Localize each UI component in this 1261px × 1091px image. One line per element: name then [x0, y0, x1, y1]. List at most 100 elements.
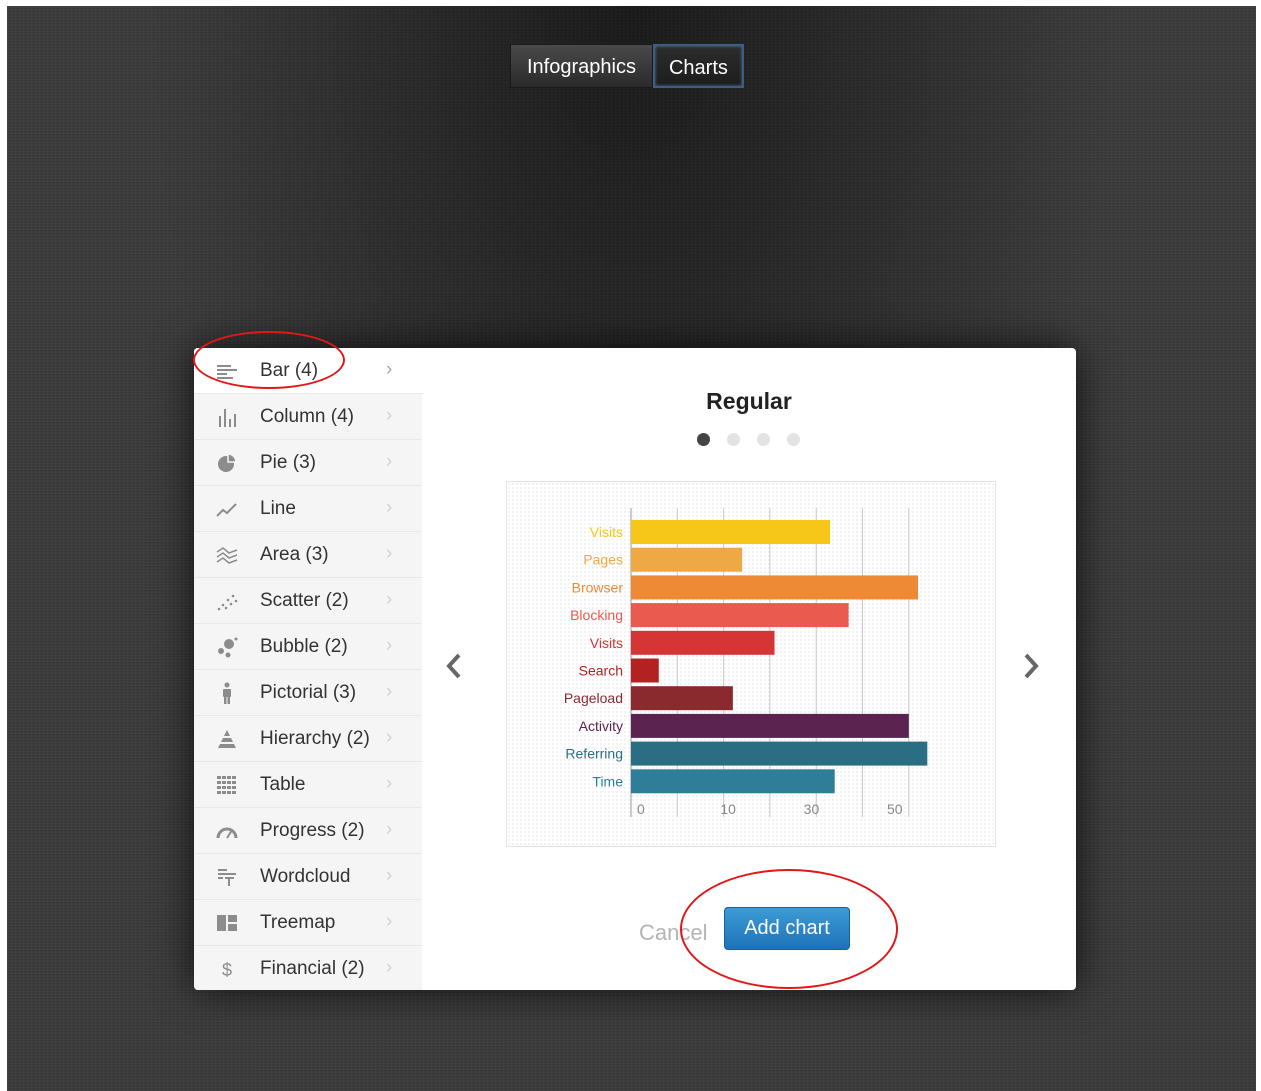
chevron-right-icon: › [386, 589, 393, 610]
bar [631, 658, 659, 683]
bar [631, 630, 775, 655]
add-chart-button[interactable]: Add chart [724, 907, 850, 950]
chevron-right-icon: › [386, 681, 393, 702]
sidebar-item-area[interactable]: Area (3) › [194, 532, 422, 578]
sidebar-item-pie[interactable]: Pie (3) › [194, 440, 422, 486]
cancel-button[interactable]: Cancel [639, 920, 707, 946]
column-chart-icon [216, 406, 238, 428]
chevron-right-icon: › [386, 543, 393, 564]
category-label: Pages [583, 552, 623, 568]
sidebar-item-wordcloud[interactable]: Wordcloud › [194, 854, 422, 900]
chevron-right-icon: › [386, 957, 393, 978]
dollar-icon: $ [216, 958, 238, 980]
wordcloud-icon [216, 866, 238, 888]
x-tick-label: 0 [637, 801, 645, 817]
sidebar-item-label: Line [260, 498, 296, 519]
category-label: Visits [590, 635, 623, 651]
chevron-right-icon: › [386, 635, 393, 656]
sidebar-item-label: Table [260, 774, 306, 795]
chevron-right-icon: › [386, 911, 393, 932]
category-label: Blocking [570, 607, 623, 623]
chevron-right-icon: › [386, 727, 393, 748]
category-label: Search [579, 663, 623, 679]
previous-arrow-button[interactable] [439, 648, 469, 684]
chevron-right-icon: › [386, 359, 393, 380]
next-arrow-button[interactable] [1016, 648, 1046, 684]
bar [631, 769, 835, 794]
carousel-dot[interactable] [787, 433, 800, 446]
category-label: Visits [590, 524, 623, 540]
sidebar-item-label: Scatter (2) [260, 590, 349, 611]
chevron-right-icon: › [386, 819, 393, 840]
category-label: Activity [579, 718, 623, 734]
carousel-dots [697, 433, 807, 447]
sidebar-item-treemap[interactable]: Treemap › [194, 900, 422, 946]
sidebar-item-label: Financial (2) [260, 958, 365, 979]
bar [631, 713, 909, 738]
preview-title: Regular [706, 388, 792, 414]
x-tick-label: 50 [887, 801, 903, 817]
pyramid-icon [216, 728, 238, 750]
chevron-right-icon: › [386, 405, 393, 426]
sidebar-item-label: Hierarchy (2) [260, 728, 370, 749]
chart-preview-panel: Regular Visits Pages Browser Blocking Visits… [422, 348, 1076, 990]
x-tick-label: 10 [720, 801, 736, 817]
pie-chart-icon [216, 452, 238, 474]
sidebar-item-progress[interactable]: Progress (2) › [194, 808, 422, 854]
chevron-right-icon: › [386, 773, 393, 794]
sidebar-item-hierarchy[interactable]: Hierarchy (2) › [194, 716, 422, 762]
sidebar-item-scatter[interactable]: Scatter (2) › [194, 578, 422, 624]
sidebar-item-label: Bubble (2) [260, 636, 348, 657]
category-label: Time [592, 773, 623, 789]
carousel-dot[interactable] [757, 433, 770, 446]
line-chart-icon [216, 498, 238, 520]
bar [631, 686, 733, 711]
bar-chart-svg: Visits Pages Browser Blocking Visits Search Pa… [564, 508, 928, 817]
chevron-left-icon [446, 653, 461, 679]
person-icon [216, 682, 238, 704]
bar [631, 520, 831, 544]
area-chart-icon [216, 544, 238, 566]
sidebar-item-label: Pictorial (3) [260, 682, 357, 703]
sidebar-item-label: Treemap [260, 912, 336, 933]
gauge-icon [216, 820, 238, 842]
sidebar-item-label: Column (4) [260, 406, 354, 427]
carousel-dot[interactable] [727, 433, 740, 446]
chevron-right-icon: › [386, 865, 393, 886]
sidebar-item-label: Progress (2) [260, 820, 365, 841]
chart-type-sidebar: Bar (4) › Column (4) › Pie (3) › Line › Area (3)… [194, 348, 424, 990]
bubble-chart-icon [216, 636, 238, 658]
category-label: Pageload [564, 690, 623, 706]
sidebar-item-label: Wordcloud [260, 866, 351, 887]
sidebar-item-label: Area (3) [260, 544, 329, 565]
sidebar-item-bubble[interactable]: Bubble (2) › [194, 624, 422, 670]
sidebar-item-label: Pie (3) [260, 452, 316, 473]
treemap-icon [216, 912, 238, 934]
scatter-chart-icon [216, 590, 238, 612]
tab-infographics[interactable]: Infographics [510, 44, 653, 88]
sidebar-item-bar[interactable]: Bar (4) › [194, 348, 424, 394]
bar [631, 547, 743, 572]
svg-text:$: $ [222, 960, 232, 980]
sidebar-item-label: Bar (4) [260, 360, 319, 381]
bar [631, 603, 849, 628]
x-tick-label: 30 [804, 801, 820, 817]
bar [631, 575, 919, 600]
sidebar-item-financial[interactable]: $ Financial (2) › [194, 946, 422, 990]
category-label: Referring [565, 746, 623, 762]
chevron-right-icon: › [386, 497, 393, 518]
chart-picker-dialog: Bar (4) › Column (4) › Pie (3) › Line › Area (3)… [194, 348, 1076, 990]
sidebar-item-table[interactable]: Table › [194, 762, 422, 808]
sidebar-item-column[interactable]: Column (4) › [194, 394, 422, 440]
chevron-right-icon: › [386, 451, 393, 472]
table-icon [216, 774, 238, 796]
sidebar-item-line[interactable]: Line › [194, 486, 422, 532]
carousel-dot[interactable] [697, 433, 710, 446]
bar-chart-preview: Visits Pages Browser Blocking Visits Search Pa… [506, 481, 996, 847]
bar-chart-icon [216, 360, 238, 382]
top-tab-switcher: Infographics Charts [510, 44, 744, 88]
category-label: Browser [572, 579, 624, 595]
sidebar-item-pictorial[interactable]: Pictorial (3) › [194, 670, 422, 716]
chevron-right-icon [1024, 653, 1039, 679]
tab-charts[interactable]: Charts [652, 44, 744, 88]
